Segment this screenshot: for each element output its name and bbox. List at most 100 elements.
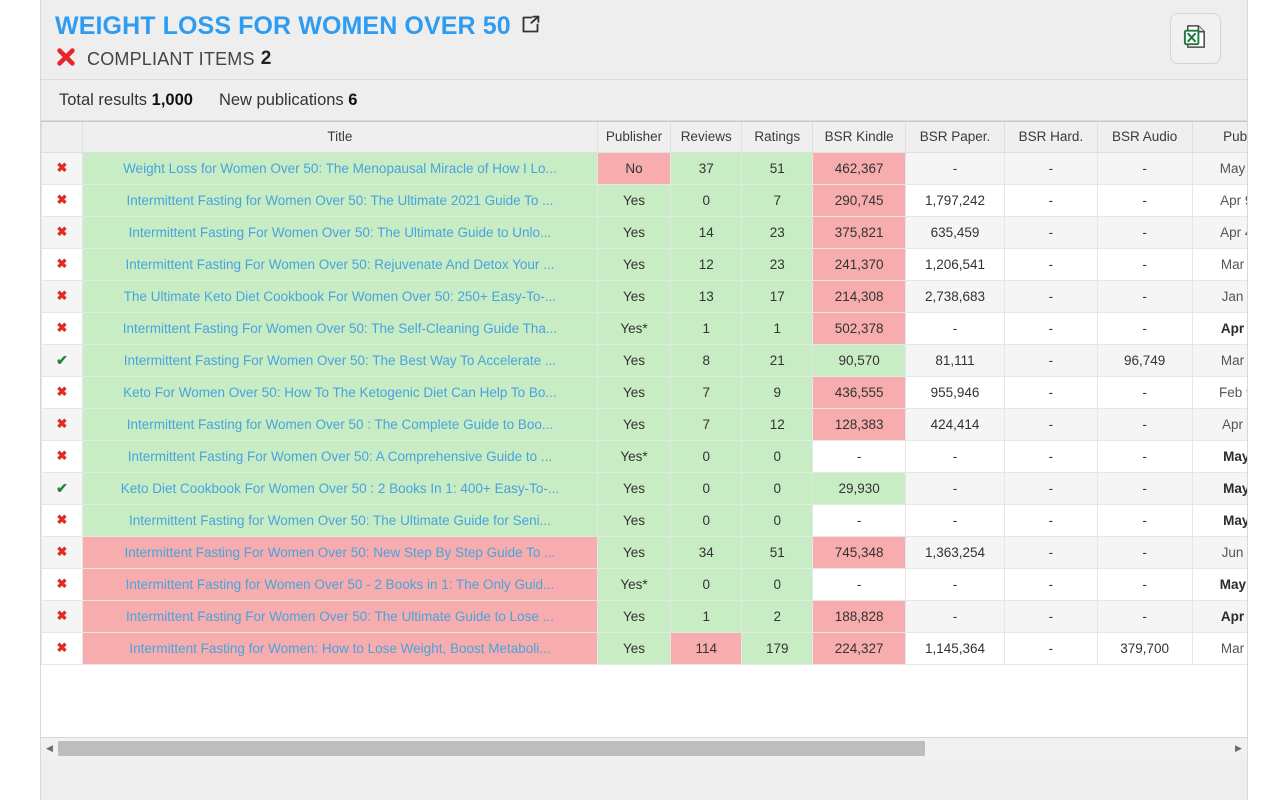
column-header-flag[interactable] [42, 122, 83, 152]
cell-bsr-kindle: 188,828 [813, 600, 906, 632]
cell-title[interactable]: Intermittent Fasting For Women Over 50: … [82, 536, 597, 568]
cell-bsr-audio: 379,700 [1097, 632, 1192, 664]
cell-bsr-kindle: 214,308 [813, 280, 906, 312]
table-row[interactable]: ✖Intermittent Fasting For Women Over 50:… [42, 312, 1248, 344]
cell-title[interactable]: Intermittent Fasting for Women Over 50: … [82, 504, 597, 536]
page-title: WEIGHT LOSS FOR WOMEN OVER 50 [55, 12, 511, 41]
column-header-bsr_hard[interactable]: BSR Hard. [1005, 122, 1098, 152]
cell-bsr-paper: 424,414 [905, 408, 1004, 440]
column-header-publisher[interactable]: Publisher [597, 122, 670, 152]
non-compliant-x-icon[interactable]: ✖ [42, 536, 83, 568]
non-compliant-x-icon[interactable]: ✖ [42, 632, 83, 664]
table-header: TitlePublisherReviewsRatingsBSR KindleBS… [42, 122, 1248, 152]
column-header-title[interactable]: Title [82, 122, 597, 152]
results-grid-container[interactable]: TitlePublisherReviewsRatingsBSR KindleBS… [41, 121, 1247, 759]
column-header-pub_date[interactable]: Pub. D [1192, 122, 1247, 152]
table-row[interactable]: ✖Intermittent Fasting for Women Over 50:… [42, 504, 1248, 536]
cell-publisher: Yes [597, 344, 670, 376]
cell-bsr-audio: - [1097, 312, 1192, 344]
cell-title[interactable]: Intermittent Fasting for Women Over 50 :… [82, 408, 597, 440]
table-row[interactable]: ✖Intermittent Fasting for Women Over 50 … [42, 568, 1248, 600]
non-compliant-x-icon[interactable]: ✖ [42, 184, 83, 216]
non-compliant-x-icon[interactable]: ✖ [42, 152, 83, 184]
cell-bsr-paper: 1,363,254 [905, 536, 1004, 568]
scrollbar-thumb[interactable] [58, 741, 925, 756]
table-row[interactable]: ✖Intermittent Fasting For Women Over 50:… [42, 216, 1248, 248]
table-row[interactable]: ✔Keto Diet Cookbook For Women Over 50 : … [42, 472, 1248, 504]
cell-bsr-paper: - [905, 504, 1004, 536]
cell-pub-date: May 8, [1192, 504, 1247, 536]
cell-title[interactable]: The Ultimate Keto Diet Cookbook For Wome… [82, 280, 597, 312]
cell-title[interactable]: Intermittent Fasting For Women Over 50: … [82, 600, 597, 632]
cell-title[interactable]: Intermittent Fasting For Women Over 50: … [82, 344, 597, 376]
cell-reviews: 0 [671, 504, 742, 536]
non-compliant-x-icon[interactable]: ✖ [42, 216, 83, 248]
table-row[interactable]: ✖The Ultimate Keto Diet Cookbook For Wom… [42, 280, 1248, 312]
table-row[interactable]: ✖Intermittent Fasting for Women Over 50:… [42, 184, 1248, 216]
excel-export-icon [1182, 23, 1209, 55]
table-row[interactable]: ✖Keto For Women Over 50: How To The Keto… [42, 376, 1248, 408]
cell-pub-date: May 25, [1192, 152, 1247, 184]
cell-ratings: 12 [742, 408, 813, 440]
cell-bsr-hard: - [1005, 152, 1098, 184]
table-row[interactable]: ✖Intermittent Fasting For Women Over 50:… [42, 248, 1248, 280]
arrow-left-icon[interactable]: ◀ [41, 739, 58, 759]
cell-bsr-hard: - [1005, 568, 1098, 600]
table-row[interactable]: ✖Intermittent Fasting for Women: How to … [42, 632, 1248, 664]
cell-title[interactable]: Intermittent Fasting for Women Over 50 -… [82, 568, 597, 600]
excel-export-button[interactable] [1170, 13, 1221, 64]
cell-bsr-kindle: 128,383 [813, 408, 906, 440]
non-compliant-x-icon[interactable]: ✖ [42, 248, 83, 280]
cell-title[interactable]: Keto Diet Cookbook For Women Over 50 : 2… [82, 472, 597, 504]
cell-title[interactable]: Intermittent Fasting For Women Over 50: … [82, 440, 597, 472]
column-header-reviews[interactable]: Reviews [671, 122, 742, 152]
non-compliant-x-icon[interactable]: ✖ [42, 312, 83, 344]
cell-title[interactable]: Intermittent Fasting For Women Over 50: … [82, 248, 597, 280]
cell-title[interactable]: Keto For Women Over 50: How To The Ketog… [82, 376, 597, 408]
non-compliant-x-icon[interactable]: ✖ [42, 600, 83, 632]
non-compliant-x-icon[interactable]: ✖ [42, 440, 83, 472]
totals-bar: Total results 1,000 New publications 6 [41, 80, 1247, 121]
cell-bsr-kindle: 224,327 [813, 632, 906, 664]
horizontal-scrollbar[interactable]: ◀ ▶ [41, 737, 1247, 759]
cell-title[interactable]: Intermittent Fasting for Women Over 50: … [82, 184, 597, 216]
cell-ratings: 7 [742, 184, 813, 216]
table-row[interactable]: ✖Weight Loss for Women Over 50: The Meno… [42, 152, 1248, 184]
panel-header: WEIGHT LOSS FOR WOMEN OVER 50 COMPLIANT … [41, 0, 1247, 80]
cell-ratings: 51 [742, 536, 813, 568]
external-link-icon[interactable] [520, 14, 541, 40]
non-compliant-x-icon[interactable]: ✖ [42, 376, 83, 408]
compliant-check-icon[interactable]: ✔ [42, 344, 83, 376]
arrow-right-icon[interactable]: ▶ [1230, 739, 1247, 759]
table-row[interactable]: ✖Intermittent Fasting For Women Over 50:… [42, 440, 1248, 472]
cell-bsr-hard: - [1005, 312, 1098, 344]
cell-bsr-audio: - [1097, 216, 1192, 248]
cell-title[interactable]: Intermittent Fasting For Women Over 50: … [82, 216, 597, 248]
cell-bsr-hard: - [1005, 408, 1098, 440]
cell-ratings: 23 [742, 248, 813, 280]
cell-title[interactable]: Intermittent Fasting for Women: How to L… [82, 632, 597, 664]
column-header-ratings[interactable]: Ratings [742, 122, 813, 152]
cell-bsr-audio: - [1097, 376, 1192, 408]
column-header-bsr_audio[interactable]: BSR Audio [1097, 122, 1192, 152]
cell-bsr-hard: - [1005, 472, 1098, 504]
table-row[interactable]: ✖Intermittent Fasting For Women Over 50:… [42, 536, 1248, 568]
cell-pub-date: Apr 12, [1192, 408, 1247, 440]
column-header-bsr_kindle[interactable]: BSR Kindle [813, 122, 906, 152]
header-row: TitlePublisherReviewsRatingsBSR KindleBS… [42, 122, 1248, 152]
cell-pub-date: Apr 30, [1192, 600, 1247, 632]
table-row[interactable]: ✔Intermittent Fasting For Women Over 50:… [42, 344, 1248, 376]
table-row[interactable]: ✖Intermittent Fasting For Women Over 50:… [42, 600, 1248, 632]
scrollbar-track[interactable] [58, 741, 1230, 756]
cell-title[interactable]: Weight Loss for Women Over 50: The Menop… [82, 152, 597, 184]
cell-ratings: 0 [742, 504, 813, 536]
column-header-bsr_paper[interactable]: BSR Paper. [905, 122, 1004, 152]
compliant-check-icon[interactable]: ✔ [42, 472, 83, 504]
cell-reviews: 7 [671, 376, 742, 408]
cell-title[interactable]: Intermittent Fasting For Women Over 50: … [82, 312, 597, 344]
non-compliant-x-icon[interactable]: ✖ [42, 568, 83, 600]
non-compliant-x-icon[interactable]: ✖ [42, 504, 83, 536]
non-compliant-x-icon[interactable]: ✖ [42, 408, 83, 440]
non-compliant-x-icon[interactable]: ✖ [42, 280, 83, 312]
table-row[interactable]: ✖Intermittent Fasting for Women Over 50 … [42, 408, 1248, 440]
